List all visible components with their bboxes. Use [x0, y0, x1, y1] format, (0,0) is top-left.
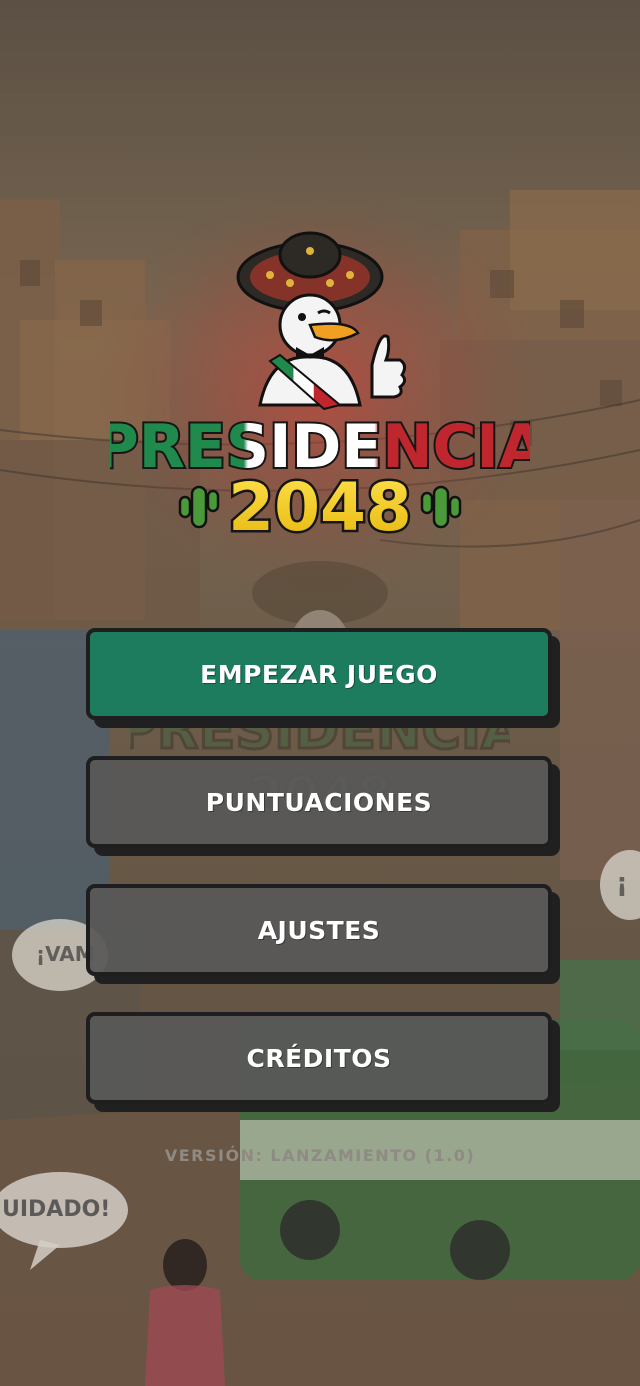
logo-year: 2048: [228, 469, 412, 545]
settings-label: AJUSTES: [257, 915, 381, 945]
credits-button[interactable]: CRÉDITOS: [86, 1012, 552, 1104]
scores-label: PUNTUACIONES: [205, 787, 433, 817]
speech-bubble-text-3: ¡: [616, 868, 628, 898]
scores-button[interactable]: PUNTUACIONES: [86, 756, 552, 848]
version-label: VERSIÓN: LANZAMIENTO (1.0): [164, 1146, 476, 1165]
start-game-button[interactable]: EMPEZAR JUEGO: [86, 628, 552, 720]
credits-label: CRÉDITOS: [246, 1043, 392, 1073]
settings-button[interactable]: AJUSTES: [86, 884, 552, 976]
game-logo: PRESIDENCIA 2048: [110, 231, 530, 545]
speech-bubble-text-2: UIDADO!: [2, 1197, 111, 1222]
start-game-label: EMPEZAR JUEGO: [200, 659, 438, 689]
